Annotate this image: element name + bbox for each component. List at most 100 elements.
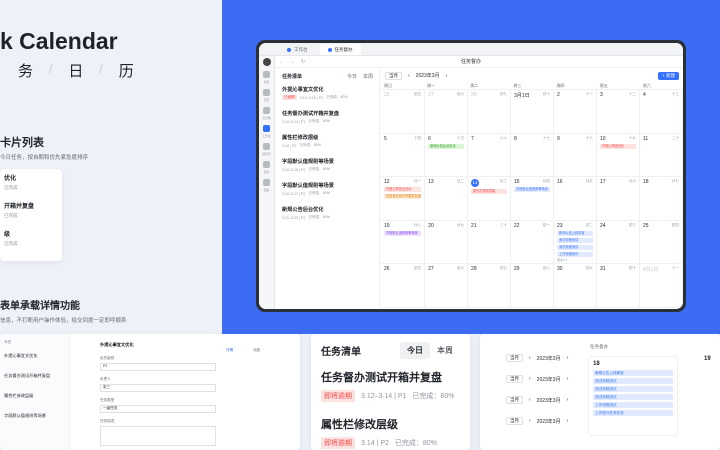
toggle-today[interactable]: 今日: [400, 342, 430, 359]
calendar-day-cell[interactable]: 18 廿七: [640, 177, 683, 221]
owner-select[interactable]: 张三: [100, 384, 216, 392]
calendar-day-cell[interactable]: 13 廿二: [425, 177, 469, 221]
docs-icon[interactable]: [263, 107, 270, 114]
task-item[interactable]: 新规公告后台优化 3.21–3.23 | P2 已完成：80%: [282, 206, 373, 220]
calendar-event[interactable]: 测试流程测试: [557, 237, 594, 243]
calendar-day-cell[interactable]: 20 廿九: [425, 220, 469, 265]
calendar-day-cell[interactable]: 30 初九: [554, 264, 598, 308]
prev-month-icon[interactable]: ‹: [408, 73, 410, 79]
task-card-item[interactable]: 属性栏修改层级 即将逾期 3.14 | P2 已完成：80%: [321, 416, 460, 449]
calendar-day-cell[interactable]: 15 廿四 字段默认值规则等场景: [511, 177, 555, 221]
calendar-day-cell[interactable]: 9 十八: [554, 133, 598, 178]
prev-month-icon[interactable]: ‹: [529, 355, 531, 361]
calendar-day-cell[interactable]: 26 初五: [381, 90, 426, 134]
calendar-event[interactable]: 属性栏修改层级: [471, 189, 508, 195]
calendar-day-cell[interactable]: 31 初十: [597, 264, 640, 308]
task-item[interactable]: 字段默认值规则等场景 3.15–3.18 | P2 已完成：80%: [282, 158, 373, 172]
calendar-event[interactable]: 工作流程测试: [593, 402, 673, 408]
mini-list-item[interactable]: 任务督办测试开箱并复盘: [4, 373, 65, 379]
calendar-day-cell[interactable]: 26 初五: [381, 264, 426, 308]
calendar-day-cell[interactable]: 22 初一: [511, 220, 555, 265]
more-icon[interactable]: [263, 179, 270, 186]
current-month-button[interactable]: 当月: [506, 417, 523, 425]
message-icon[interactable]: [263, 71, 270, 78]
mini-task-row[interactable]: 开箱并复盘 已完成: [4, 201, 58, 219]
calendar-day-cell[interactable]: 12 廿一 外提沁事宜文优化 任务督办测试开箱并复盘: [381, 177, 426, 221]
mini-list-item[interactable]: 字段默认值规则等场景: [4, 413, 65, 419]
calendar-day-cell[interactable]: 10 十九 外提沁事宜优化: [597, 133, 640, 178]
calendar-event[interactable]: 字段默认值规则等场景: [514, 187, 551, 193]
next-month-icon[interactable]: ›: [567, 376, 569, 382]
calendar-day-cell[interactable]: 24 初三: [597, 220, 640, 265]
calendar-day-cell[interactable]: 7 十六: [468, 133, 512, 178]
current-month-button[interactable]: 当月: [506, 354, 523, 362]
tab-activity[interactable]: 动态: [253, 348, 260, 353]
calendar-event[interactable]: 测试流程测试: [593, 386, 673, 392]
calendar-day-cell[interactable]: 28 初七: [468, 264, 512, 308]
prev-month-icon[interactable]: ‹: [529, 397, 531, 403]
calendar-event[interactable]: 外提沁事宜文优化: [384, 187, 422, 193]
calendar-event[interactable]: 测试流程测试: [557, 244, 594, 250]
next-month-icon[interactable]: ›: [567, 397, 569, 403]
calendar-event[interactable]: 工作流程测试: [557, 251, 594, 257]
tab-task-supervision[interactable]: 任务督办: [319, 44, 361, 55]
next-month-icon[interactable]: ›: [446, 73, 448, 79]
toggle-today[interactable]: 今日: [347, 73, 357, 80]
avatar[interactable]: [262, 58, 271, 66]
calendar-event[interactable]: 新闻公告上线事宜: [593, 370, 673, 376]
calendar-day-cell[interactable]: 25 初四: [640, 220, 683, 265]
calendar-day-cell[interactable]: 28 初七: [468, 90, 512, 134]
calendar-event[interactable]: 新闻公告上线事宜: [557, 230, 594, 236]
calendar-event[interactable]: 任务督办测试开箱并复盘: [384, 194, 422, 200]
calendar-day-cell[interactable]: 23 初二 新闻公告上线事宜 测试流程测试 测试流程测试 工作流程测试 更多3个: [554, 220, 598, 265]
calendar-event[interactable]: 字段默认值规则等场景: [384, 230, 422, 236]
current-month-button[interactable]: 当月: [385, 71, 402, 80]
current-month-button[interactable]: 当月: [506, 375, 523, 383]
more-events-link[interactable]: 更多3个: [557, 258, 593, 262]
calendar-day-cell[interactable]: 21 三十: [468, 220, 512, 265]
toggle-week[interactable]: 本周: [430, 342, 460, 359]
new-task-button[interactable]: + 新建: [658, 71, 679, 80]
next-month-icon[interactable]: ›: [567, 418, 569, 424]
calendar-event[interactable]: 工作进行任务任务: [593, 410, 673, 416]
task-icon[interactable]: [263, 161, 270, 168]
task-card-item[interactable]: 任务督办测试开箱并复盘 即将逾期 3.12–3.14 | P1 已完成：80%: [321, 369, 460, 402]
mini-task-row[interactable]: 优化 已完成: [4, 173, 58, 191]
calendar-icon[interactable]: [263, 89, 270, 96]
mini-task-row[interactable]: 级已完成: [4, 229, 58, 247]
contacts-icon[interactable]: [263, 143, 270, 150]
mini-list-item[interactable]: 外提沁事宜文优化: [4, 353, 65, 359]
calendar-day-cell[interactable]: 4 十三: [640, 90, 683, 134]
calendar-day-cell[interactable]: 8 十七: [511, 133, 555, 178]
calendar-day-cell[interactable]: 17 廿六: [597, 177, 640, 221]
calendar-day-cell[interactable]: 11 二十: [640, 133, 683, 178]
task-item[interactable]: 属性栏修改层级 3.14 | P2 已完成：80%: [282, 134, 373, 148]
calendar-event[interactable]: 测试流程测试: [593, 394, 673, 400]
workbench-icon[interactable]: [263, 125, 270, 132]
calendar-day-cell[interactable]: 19 廿八 字段默认值规则等场景: [381, 220, 426, 265]
calendar-day-cell[interactable]: 6 十五 新闻公告后台优化: [425, 133, 469, 178]
tab-detail[interactable]: 详情: [226, 348, 233, 353]
prev-month-icon[interactable]: ‹: [529, 418, 531, 424]
calendar-day-cell[interactable]: 5 十四: [381, 133, 426, 178]
calendar-day-cell[interactable]: 29 初八: [511, 264, 555, 308]
calendar-day-cell[interactable]: 3月1日 初十: [511, 90, 555, 134]
mini-list-item[interactable]: 属性栏修改层级: [4, 393, 65, 399]
calendar-event[interactable]: 测试流程测试: [593, 378, 673, 384]
type-select[interactable]: 一级任务: [100, 405, 216, 413]
description-textarea[interactable]: [100, 426, 216, 446]
calendar-day-cell[interactable]: 14 廿三 属性栏修改层级: [468, 177, 512, 221]
prev-month-icon[interactable]: ‹: [529, 376, 531, 382]
calendar-day-cell[interactable]: 27 初六: [425, 264, 469, 308]
calendar-day-cell[interactable]: 3 十二: [597, 90, 640, 134]
toggle-week[interactable]: 本周: [363, 73, 373, 80]
calendar-day-cell[interactable]: 4月1日 十一: [640, 264, 683, 308]
next-month-icon[interactable]: ›: [567, 355, 569, 361]
task-item[interactable]: 外提沁事宜文优化 已逾期 3.10–3.15 | P1 已完成：80%: [282, 86, 373, 100]
current-month-button[interactable]: 当月: [506, 396, 523, 404]
priority-select[interactable]: P1: [100, 363, 216, 371]
calendar-day-cell[interactable]: 27 初六: [425, 90, 469, 134]
task-item[interactable]: 字段默认值规则等场景 3.15–3.17 | P2 已完成：80%: [282, 182, 373, 196]
calendar-event[interactable]: 新闻公告后台优化: [428, 143, 465, 149]
calendar-day-cell[interactable]: 2 十一: [554, 90, 598, 134]
